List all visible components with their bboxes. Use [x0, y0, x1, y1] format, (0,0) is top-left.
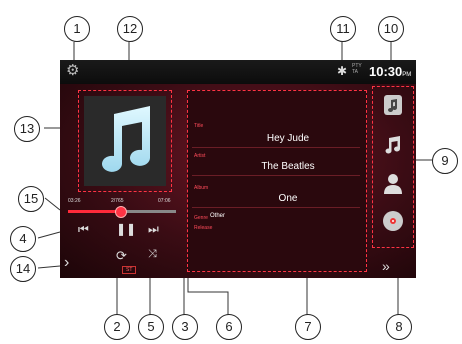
title-label: Title [194, 123, 204, 129]
callout-3: 3 [172, 314, 198, 340]
genre-value: Other [210, 213, 226, 219]
disc-icon [383, 211, 403, 231]
callout-2: 2 [104, 314, 130, 340]
stereo-badge: ST [122, 266, 137, 274]
clock: 10:30PM [369, 64, 411, 79]
album-art [84, 96, 166, 186]
divider [192, 207, 360, 208]
callout-14: 14 [10, 256, 36, 282]
clock-suffix: PM [402, 72, 412, 78]
pause-button[interactable]: ❚❚ [116, 222, 136, 236]
player-screen: ⚙ ✱ PTY TA 10:30PM 03:26 2/765 07:06 ⏮ ❚… [60, 60, 416, 278]
album-art-frame [78, 90, 172, 192]
previous-track-button[interactable]: ⏮ [78, 222, 89, 237]
callout-6: 6 [216, 314, 242, 340]
callout-4: 4 [10, 226, 36, 252]
callout-15: 15 [18, 186, 44, 212]
person-icon [384, 174, 402, 194]
source-menu [372, 86, 414, 248]
shuffle-button[interactable]: ⤨ [148, 248, 157, 261]
release-label: Release [194, 225, 213, 231]
song-button[interactable] [381, 133, 405, 157]
track-position: 2/765 [111, 198, 124, 204]
callout-5: 5 [138, 314, 164, 340]
callout-7: 7 [295, 314, 321, 340]
divider [192, 147, 360, 148]
artist-label: Artist [194, 153, 206, 159]
callout-11: 11 [330, 16, 356, 42]
next-track-button[interactable]: ⏭ [148, 222, 159, 237]
music-note-icon [102, 106, 150, 172]
album-value: One [278, 193, 298, 204]
callout-10: 10 [378, 16, 404, 42]
pty-indicator: PTY TA [352, 63, 362, 75]
callout-8: 8 [386, 314, 412, 340]
time-readout: 03:26 2/765 07:06 [68, 198, 178, 206]
callout-13: 13 [14, 116, 40, 142]
settings-gear-icon[interactable]: ⚙ [66, 63, 82, 79]
title-value: Hey Jude [266, 133, 310, 144]
callout-1: 1 [64, 16, 90, 42]
genre-label: Genre [194, 215, 208, 221]
status-bar: ⚙ ✱ PTY TA 10:30PM [60, 60, 416, 84]
clock-time: 10:30 [369, 64, 403, 79]
repeat-button[interactable]: ⟳ [116, 248, 127, 264]
track-info-panel: Title Hey Jude Artist The Beatles Album … [187, 90, 367, 272]
bluetooth-icon: ✱ [337, 64, 348, 78]
seek-bar-fill [68, 210, 120, 213]
playlist-button[interactable] [381, 93, 405, 117]
artist-button[interactable] [381, 171, 405, 195]
album-label: Album [194, 185, 209, 191]
album-button[interactable] [381, 209, 405, 233]
seek-bar[interactable] [68, 206, 176, 218]
music-note-icon [385, 136, 400, 154]
track-duration: 07:06 [158, 198, 171, 204]
divider [192, 175, 360, 176]
seek-knob[interactable] [114, 206, 127, 218]
menu-expand-button[interactable]: › [64, 254, 69, 272]
artist-value: The Beatles [261, 161, 315, 172]
elapsed-time: 03:26 [68, 198, 81, 204]
callout-12: 12 [117, 16, 143, 42]
playlist-icon [384, 95, 402, 115]
more-chevron-icon[interactable]: » [382, 258, 390, 274]
callout-9: 9 [432, 148, 458, 174]
